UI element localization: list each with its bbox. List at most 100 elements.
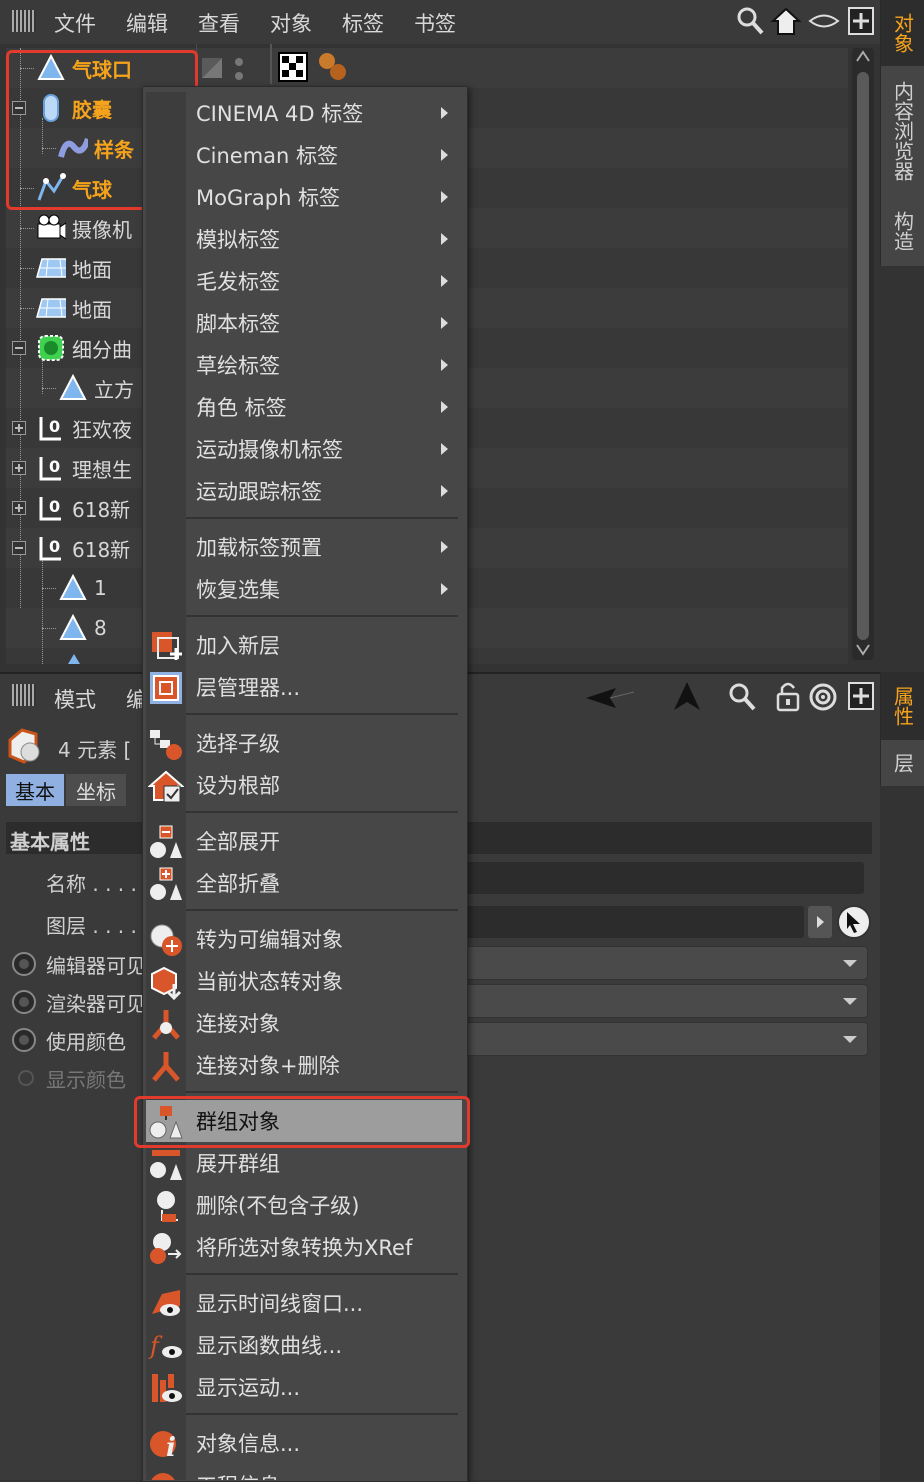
tree-item-null[interactable]: 0 618新	[36, 528, 130, 568]
menu-item-show-timeline[interactable]: 显示时间线窗口...	[146, 1282, 462, 1324]
menu-item-restore-selection[interactable]: 恢复选集	[146, 568, 462, 610]
add-layer-icon	[152, 632, 182, 660]
tab-content-browser[interactable]: 内容浏览器	[880, 66, 924, 196]
layer-arrow-button[interactable]	[808, 906, 832, 938]
new-panel-icon[interactable]	[848, 682, 874, 710]
tab-objects[interactable]: 对象	[880, 0, 924, 66]
menu-item-show-motion[interactable]: 显示运动...	[146, 1366, 462, 1408]
menu-item-object-info[interactable]: i 对象信息...	[146, 1422, 462, 1464]
menu-item-add-new-layer[interactable]: 加入新层	[146, 624, 462, 666]
menu-item-cinema4d-tags[interactable]: CINEMA 4D 标签	[146, 92, 462, 134]
menu-mode[interactable]: 模式	[54, 684, 96, 714]
menu-item-collapse-all[interactable]: 全部折叠	[146, 862, 462, 904]
menu-item-simulation-tags[interactable]: 模拟标签	[146, 218, 462, 260]
use-color-dropdown[interactable]	[460, 1022, 868, 1056]
menu-item-connect-delete[interactable]: 连接对象+删除	[146, 1044, 462, 1086]
back-arrow-icon[interactable]	[584, 686, 634, 710]
tree-item-poly[interactable]: 8	[58, 608, 107, 648]
tree-item-floor[interactable]: 地面	[36, 288, 112, 328]
menu-edit[interactable]: 编辑	[126, 8, 168, 38]
menu-item-select-children[interactable]: 选择子级	[146, 722, 462, 764]
up-arrow-icon[interactable]	[672, 680, 702, 712]
menu-tag[interactable]: 标签	[342, 8, 384, 38]
menu-item-script-tags[interactable]: 脚本标签	[146, 302, 462, 344]
tab-basic[interactable]: 基本	[6, 774, 64, 806]
tree-item-label: 618新	[72, 537, 131, 562]
tree-item-label: 细分曲	[72, 337, 132, 362]
expand-toggle[interactable]	[12, 501, 26, 515]
menu-item-cineman-tags[interactable]: Cineman 标签	[146, 134, 462, 176]
menu-item-label: MoGraph 标签	[196, 186, 341, 210]
editor-visible-dropdown[interactable]	[460, 946, 868, 980]
menu-item-character-tags[interactable]: 角色 标签	[146, 386, 462, 428]
scroll-down-icon[interactable]	[856, 644, 870, 656]
menu-item-set-as-root[interactable]: 设为根部	[146, 764, 462, 806]
tab-structure[interactable]: 构造	[880, 196, 924, 266]
tree-item-floor[interactable]: 地面	[36, 248, 112, 288]
tab-attributes[interactable]: 属性	[880, 672, 924, 740]
menu-bookmark[interactable]: 书签	[414, 8, 456, 38]
name-field[interactable]	[460, 862, 864, 894]
tree-item-null[interactable]: 0 狂欢夜	[36, 408, 132, 448]
search-icon[interactable]	[728, 682, 756, 712]
collapse-toggle[interactable]	[12, 541, 26, 555]
scrollbar-thumb[interactable]	[857, 72, 869, 640]
animation-radio[interactable]	[12, 990, 36, 1014]
menu-item-expand-all[interactable]: 全部展开	[146, 820, 462, 862]
tree-item-poly[interactable]: 1	[58, 568, 107, 608]
render-dots-icon[interactable]	[232, 56, 246, 82]
menu-item-convert-to-xref[interactable]: 将所选对象转换为XRef	[146, 1226, 462, 1268]
lock-icon[interactable]	[774, 680, 802, 712]
scroll-up-icon[interactable]	[856, 50, 870, 62]
visibility-toggle-icon[interactable]	[200, 56, 224, 80]
menu-item-layer-manager[interactable]: 层管理器...	[146, 666, 462, 708]
menu-view[interactable]: 查看	[198, 8, 240, 38]
menu-item-delete-without-children[interactable]: 删除(不包含子级)	[146, 1184, 462, 1226]
submenu-arrow-icon	[441, 317, 448, 329]
pick-cursor-icon[interactable]	[836, 904, 872, 940]
panel-grip-icon[interactable]	[12, 684, 36, 706]
layer-field[interactable]	[460, 906, 804, 938]
menu-item-project-info[interactable]: 工程信息	[146, 1464, 462, 1480]
eye-icon[interactable]	[808, 10, 840, 32]
menu-item-motion-tracking-tags[interactable]: 运动跟踪标签	[146, 470, 462, 512]
menu-item-label: 毛发标签	[196, 270, 280, 294]
tree-item-null[interactable]: 0 618新	[36, 488, 130, 528]
tree-item-camera[interactable]: 摄像机	[36, 208, 132, 248]
menu-item-motion-camera-tags[interactable]: 运动摄像机标签	[146, 428, 462, 470]
tree-item-null[interactable]: 0 理想生	[36, 448, 132, 488]
menu-item-show-fcurve[interactable]: f 显示函数曲线...	[146, 1324, 462, 1366]
tab-layers[interactable]: 层	[880, 740, 924, 786]
menu-item-make-editable[interactable]: 转为可编辑对象	[146, 918, 462, 960]
menu-item-label: 对象信息...	[196, 1432, 301, 1456]
menu-item-load-tag-preset[interactable]: 加载标签预置	[146, 526, 462, 568]
render-visible-dropdown[interactable]	[460, 984, 868, 1018]
menu-item-current-state-to-object[interactable]: 当前状态转对象	[146, 960, 462, 1002]
panel-grip-icon[interactable]	[12, 10, 36, 32]
menu-item-connect-objects[interactable]: 连接对象	[146, 1002, 462, 1044]
animation-radio[interactable]	[12, 1028, 36, 1052]
material-tag-icon[interactable]	[316, 50, 350, 84]
make-editable-icon	[150, 924, 182, 956]
new-panel-icon[interactable]	[848, 7, 874, 35]
target-icon[interactable]	[808, 682, 838, 712]
collapse-toggle[interactable]	[12, 341, 26, 355]
menu-item-expand-group[interactable]: 展开群组	[146, 1142, 462, 1184]
expand-toggle[interactable]	[12, 461, 26, 475]
menu-item-mograph-tags[interactable]: MoGraph 标签	[146, 176, 462, 218]
home-icon[interactable]	[770, 5, 802, 37]
display-color-label: 显示颜色	[46, 1068, 126, 1092]
tree-item-subdivision[interactable]: 细分曲	[36, 328, 132, 368]
collapse-all-icon	[150, 867, 182, 900]
checker-texture-tag-icon[interactable]	[278, 52, 308, 82]
expand-toggle[interactable]	[12, 421, 26, 435]
menu-object[interactable]: 对象	[270, 8, 312, 38]
svg-text:0: 0	[49, 497, 60, 516]
tab-coordinates[interactable]: 坐标	[66, 774, 126, 806]
tree-item-cube[interactable]: 立方	[58, 368, 134, 408]
menu-item-sketch-tags[interactable]: 草绘标签	[146, 344, 462, 386]
menu-file[interactable]: 文件	[54, 8, 96, 38]
animation-radio[interactable]	[12, 952, 36, 976]
search-icon[interactable]	[736, 6, 764, 36]
menu-item-hair-tags[interactable]: 毛发标签	[146, 260, 462, 302]
